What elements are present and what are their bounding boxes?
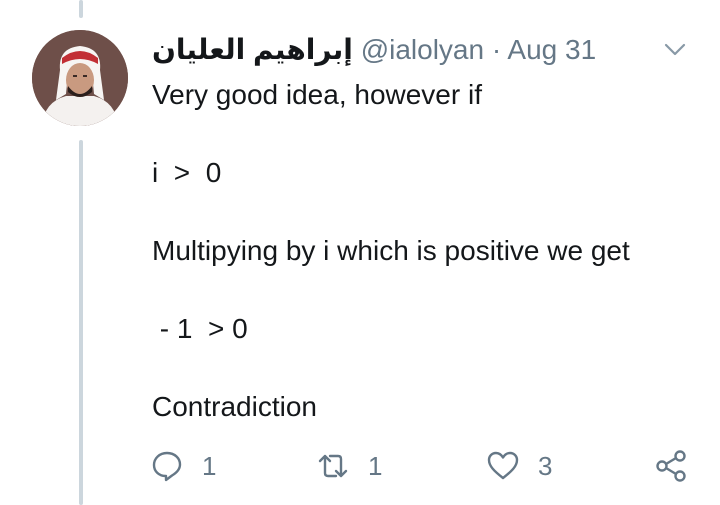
retweet-button[interactable]: 1: [316, 446, 382, 486]
reply-count: 1: [202, 450, 217, 481]
display-name[interactable]: إبراهيم العليان: [152, 34, 353, 65]
tweet-text: Very good idea, however if i > 0 Multipy…: [152, 78, 692, 468]
tweet-line: Multipying by i which is positive we get: [152, 235, 630, 266]
meta-separator: ·: [491, 34, 502, 65]
tweet-actions: 1 1 3: [150, 446, 695, 486]
tweet-date[interactable]: Aug 31: [507, 34, 596, 65]
like-count: 3: [538, 450, 553, 481]
share-button[interactable]: [654, 446, 688, 486]
thread-line-bottom: [79, 140, 83, 505]
tweet-line: i > 0: [152, 157, 222, 188]
tweet-line: Contradiction: [152, 391, 317, 422]
tweet-line: - 1 > 0: [152, 313, 248, 344]
like-icon: [487, 451, 519, 480]
like-button[interactable]: 3: [486, 446, 552, 486]
reply-icon: [152, 451, 182, 482]
avatar[interactable]: [32, 30, 128, 126]
tweet-line: Very good idea, however if: [152, 79, 482, 110]
more-options-button[interactable]: [662, 37, 688, 63]
chevron-down-icon: [664, 43, 686, 56]
share-icon: [656, 450, 686, 482]
reply-button[interactable]: 1: [150, 446, 216, 486]
retweet-icon: [318, 454, 348, 478]
user-handle[interactable]: @ialolyan: [361, 34, 484, 65]
avatar-image: [32, 30, 128, 126]
retweet-count: 1: [368, 450, 383, 481]
thread-line-top: [79, 0, 83, 18]
tweet-header: إبراهيم العليان @ialolyan · Aug 31: [152, 32, 660, 68]
